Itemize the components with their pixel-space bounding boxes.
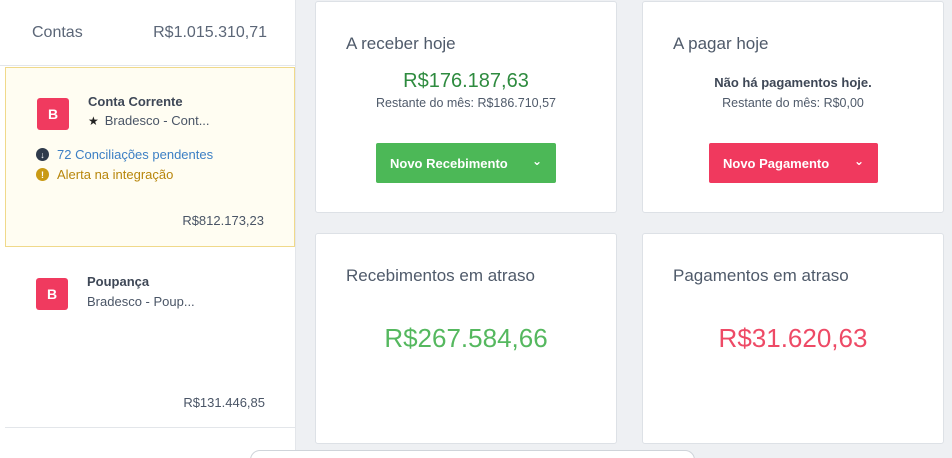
new-payment-label: Novo Pagamento — [723, 155, 830, 171]
card-title: Pagamentos em atraso — [673, 266, 849, 285]
new-receipt-button[interactable]: Novo Recebimento ⌄ — [376, 143, 556, 183]
overdue-payments-value: R$31.620,63 — [718, 323, 868, 353]
account-name: Poupança — [87, 274, 150, 289]
overdue-receipts-value: R$267.584,66 — [384, 323, 548, 353]
card-title: Recebimentos em atraso — [346, 266, 535, 285]
receive-today-card: A receber hoje R$176.187,63 Restante do … — [315, 1, 617, 213]
account-card-poupanca[interactable]: B Poupança Bradesco - Poup... R$131.446,… — [5, 254, 295, 428]
overdue-receipts-card[interactable]: Recebimentos em atraso R$267.584,66 — [315, 233, 617, 444]
account-balance: R$131.446,85 — [183, 395, 265, 410]
receive-month-remaining: Restante do mês: R$186.710,57 — [376, 96, 556, 110]
account-bank: ★ Bradesco - Cont... — [88, 113, 210, 128]
pending-reconciliations-label: 72 Conciliações pendentes — [57, 147, 214, 162]
account-bank: Bradesco - Poup... — [87, 294, 195, 309]
new-receipt-label: Novo Recebimento — [390, 155, 508, 171]
pay-today-card: A pagar hoje Não há pagamentos hoje. Res… — [642, 1, 944, 213]
account-name: Conta Corrente — [88, 94, 183, 109]
accounts-header: Contas R$1.015.310,71 — [0, 0, 295, 66]
chevron-down-icon: ⌄ — [531, 154, 542, 168]
bradesco-logo-icon: B — [36, 278, 68, 310]
integration-alert-label: Alerta na integração — [57, 167, 174, 182]
accounts-panel: Contas R$1.015.310,71 B Conta Corrente ★… — [0, 0, 296, 458]
chevron-down-icon: ⌄ — [853, 154, 864, 168]
account-bank-label: Bradesco - Poup... — [87, 294, 195, 309]
bradesco-logo-icon: B — [37, 98, 69, 130]
pending-reconciliations-link[interactable]: ↓ 72 Conciliações pendentes — [36, 147, 213, 162]
account-balance: R$812.173,23 — [182, 213, 264, 228]
account-bank-label: Bradesco - Cont... — [104, 113, 210, 128]
receive-today-value: R$176.187,63 — [403, 70, 529, 92]
bottom-floating-bar — [250, 450, 695, 458]
alert-icon: ! — [36, 168, 49, 181]
card-title: A pagar hoje — [673, 34, 769, 53]
overdue-payments-card[interactable]: Pagamentos em atraso R$31.620,63 — [642, 233, 944, 444]
card-title: A receber hoje — [346, 34, 456, 53]
accounts-total: R$1.015.310,71 — [153, 23, 267, 41]
integration-alert[interactable]: ! Alerta na integração — [36, 167, 173, 182]
account-card-conta-corrente[interactable]: B Conta Corrente ★ Bradesco - Cont... ↓ … — [5, 67, 295, 247]
pay-month-remaining: Restante do mês: R$0,00 — [722, 96, 864, 110]
no-payments-note: Não há pagamentos hoje. — [714, 75, 872, 90]
star-icon: ★ — [88, 113, 99, 128]
new-payment-button[interactable]: Novo Pagamento ⌄ — [709, 143, 878, 183]
download-circle-icon: ↓ — [36, 148, 49, 161]
accounts-title: Contas — [32, 23, 83, 41]
